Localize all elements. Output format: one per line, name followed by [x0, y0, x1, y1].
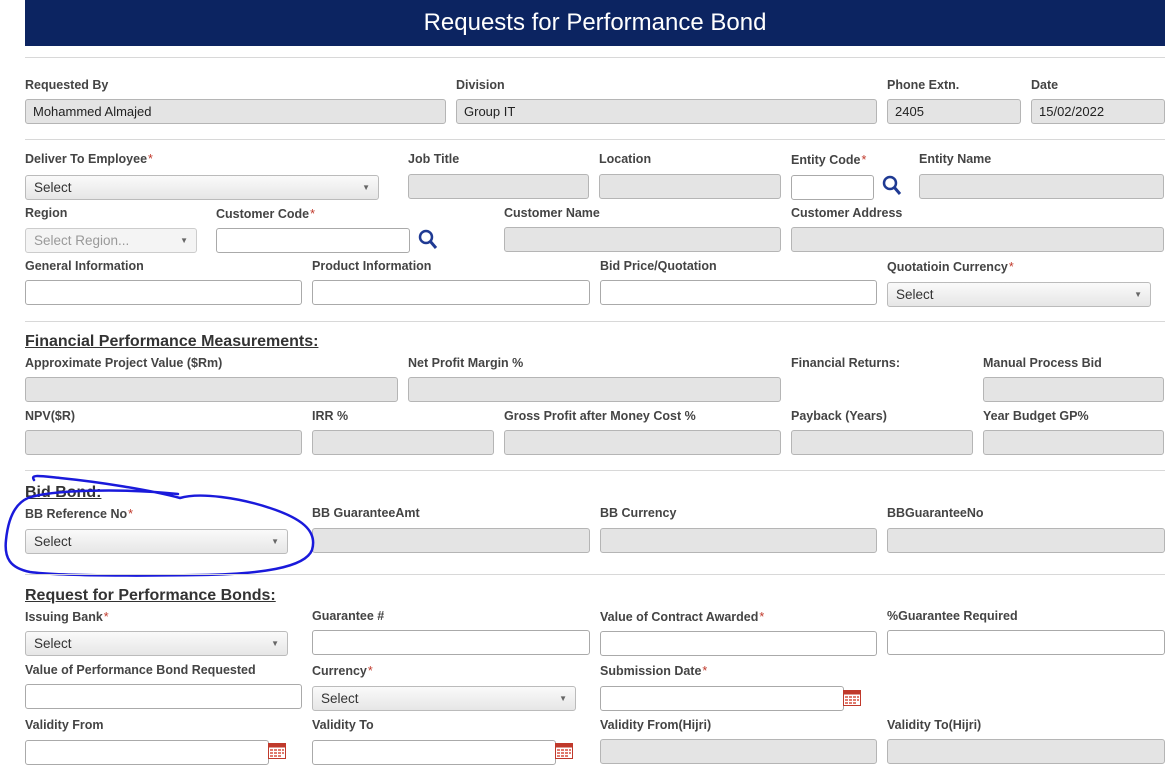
validity-to-hijri-field[interactable]	[887, 739, 1165, 764]
chevron-down-icon: ▼	[1134, 290, 1142, 299]
location-label: Location	[599, 152, 652, 166]
irr-label: IRR %	[312, 409, 349, 423]
validity-to-hijri-label: Validity To(Hijri)	[887, 718, 982, 732]
bb-currency-label: BB Currency	[600, 506, 677, 520]
requested-by-field[interactable]: Mohammed Almajed	[25, 99, 446, 124]
bond-value-input[interactable]	[25, 684, 302, 709]
division-label: Division	[456, 78, 505, 92]
contract-value-label: Value of Contract Awarded*	[600, 610, 765, 624]
chevron-down-icon: ▼	[559, 694, 567, 703]
year-budget-field[interactable]	[983, 430, 1164, 455]
validity-from-hijri-field[interactable]	[600, 739, 877, 764]
entity-code-input[interactable]	[791, 175, 874, 200]
page-title: Requests for Performance Bond	[423, 9, 767, 36]
customer-name-label: Customer Name	[504, 206, 600, 220]
contract-value-input[interactable]	[600, 631, 877, 656]
bid-price-label: Bid Price/Quotation	[600, 259, 717, 273]
year-budget-label: Year Budget GP%	[983, 409, 1089, 423]
phone-extn-field[interactable]: 2405	[887, 99, 1021, 124]
currency-select[interactable]: Select ▼	[312, 686, 576, 711]
search-icon[interactable]	[417, 228, 439, 250]
job-title-label: Job Title	[408, 152, 460, 166]
customer-address-field[interactable]	[791, 227, 1164, 252]
chevron-down-icon: ▼	[271, 639, 279, 648]
manual-process-bid-field[interactable]	[983, 377, 1164, 402]
guarantee-required-input[interactable]	[887, 630, 1165, 655]
bb-guarantee-amt-field[interactable]	[312, 528, 590, 553]
divider	[25, 139, 1165, 140]
region-label: Region	[25, 206, 68, 220]
financial-section-heading: Financial Performance Measurements:	[25, 333, 319, 350]
deliver-to-employee-label: Deliver To Employee*	[25, 152, 153, 166]
search-icon[interactable]	[881, 174, 903, 196]
date-label: Date	[1031, 78, 1059, 92]
performance-bonds-section-heading: Request for Performance Bonds:	[25, 587, 276, 604]
submission-date-label: Submission Date*	[600, 664, 708, 678]
phone-extn-label: Phone Extn.	[887, 78, 960, 92]
validity-from-label: Validity From	[25, 718, 104, 732]
payback-field[interactable]	[791, 430, 973, 455]
irr-field[interactable]	[312, 430, 494, 455]
deliver-to-employee-select[interactable]: Select ▼	[25, 175, 379, 200]
validity-to-label: Validity To	[312, 718, 374, 732]
guarantee-number-label: Guarantee #	[312, 609, 385, 623]
calendar-icon[interactable]	[555, 743, 573, 759]
bb-guarantee-no-label: BBGuaranteeNo	[887, 506, 984, 520]
highlight-annotation	[4, 474, 315, 577]
submission-date-input[interactable]	[600, 686, 844, 711]
entity-name-label: Entity Name	[919, 152, 992, 166]
general-information-input[interactable]	[25, 280, 302, 305]
npv-label: NPV($R)	[25, 409, 76, 423]
page-header: Requests for Performance Bond	[25, 0, 1165, 46]
bb-currency-field[interactable]	[600, 528, 877, 553]
financial-returns-label: Financial Returns:	[791, 356, 901, 370]
location-field[interactable]	[599, 174, 781, 199]
quotation-currency-select[interactable]: Select ▼	[887, 282, 1151, 307]
customer-code-label: Customer Code*	[216, 207, 315, 221]
date-field[interactable]: 15/02/2022	[1031, 99, 1165, 124]
project-value-field[interactable]	[25, 377, 398, 402]
manual-process-bid-label: Manual Process Bid	[983, 356, 1102, 370]
project-value-label: Approximate Project Value ($Rm)	[25, 356, 223, 370]
guarantee-required-label: %Guarantee Required	[887, 609, 1018, 623]
entity-name-field[interactable]	[919, 174, 1164, 199]
divider	[25, 57, 1165, 58]
general-information-label: General Information	[25, 259, 144, 273]
divider	[25, 321, 1165, 322]
chevron-down-icon: ▼	[180, 236, 188, 245]
currency-label: Currency*	[312, 664, 373, 678]
region-select[interactable]: Select Region... ▼	[25, 228, 197, 253]
validity-to-input[interactable]	[312, 740, 556, 765]
calendar-icon[interactable]	[843, 690, 861, 706]
bond-value-label: Value of Performance Bond Requested	[25, 663, 256, 677]
npv-field[interactable]	[25, 430, 302, 455]
validity-from-input[interactable]	[25, 740, 269, 765]
requested-by-label: Requested By	[25, 78, 109, 92]
gross-profit-label: Gross Profit after Money Cost %	[504, 409, 696, 423]
product-information-input[interactable]	[312, 280, 590, 305]
calendar-icon[interactable]	[268, 743, 286, 759]
entity-code-label: Entity Code*	[791, 153, 867, 167]
quotation-currency-label: Quotatioin Currency*	[887, 260, 1014, 274]
net-profit-margin-label: Net Profit Margin %	[408, 356, 524, 370]
validity-from-hijri-label: Validity From(Hijri)	[600, 718, 712, 732]
customer-code-input[interactable]	[216, 228, 410, 253]
bb-guarantee-no-field[interactable]	[887, 528, 1165, 553]
issuing-bank-label: Issuing Bank*	[25, 610, 109, 624]
payback-label: Payback (Years)	[791, 409, 887, 423]
customer-name-field[interactable]	[504, 227, 781, 252]
bid-price-input[interactable]	[600, 280, 877, 305]
product-information-label: Product Information	[312, 259, 432, 273]
gross-profit-field[interactable]	[504, 430, 781, 455]
job-title-field[interactable]	[408, 174, 589, 199]
chevron-down-icon: ▼	[362, 183, 370, 192]
net-profit-margin-field[interactable]	[408, 377, 781, 402]
divider	[25, 574, 1165, 575]
division-field[interactable]: Group IT	[456, 99, 877, 124]
guarantee-number-input[interactable]	[312, 630, 590, 655]
customer-address-label: Customer Address	[791, 206, 903, 220]
issuing-bank-select[interactable]: Select ▼	[25, 631, 288, 656]
